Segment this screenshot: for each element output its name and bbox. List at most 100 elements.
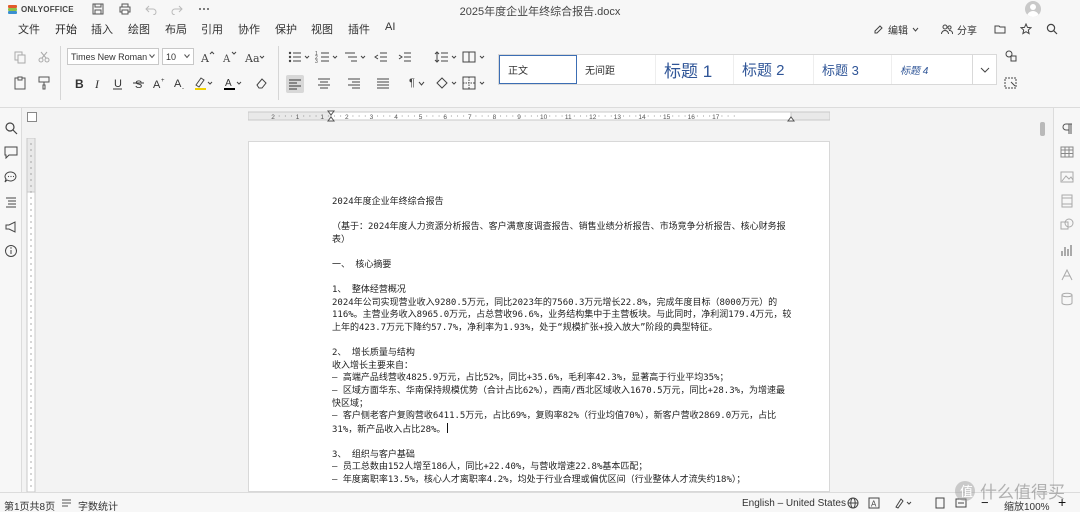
style-heading-4[interactable]: 标题 4 [892,55,972,84]
feedback-icon[interactable] [4,220,18,234]
column-settings-icon[interactable] [462,49,488,65]
favorite-star-icon[interactable] [1020,23,1032,35]
borders-icon[interactable] [462,75,488,91]
italic-button[interactable]: I [90,75,106,91]
header-footer-icon[interactable] [1060,194,1074,208]
menu-layout[interactable]: 布局 [164,21,188,39]
user-avatar[interactable] [1025,1,1041,17]
menu-collaborate[interactable]: 协作 [237,21,261,39]
menu-insert[interactable]: 插入 [90,21,114,39]
share-label: 分享 [957,26,977,37]
about-icon[interactable] [4,244,18,258]
select-all-icon[interactable] [1003,75,1019,91]
text-cursor [446,422,448,433]
align-center-button[interactable] [316,75,332,91]
shape-settings-icon[interactable] [1060,218,1074,232]
menu-bar: 文件 开始 插入 绘图 布局 引用 协作 保护 视图 插件 AI 编辑 分享 [0,19,1080,41]
menu-plugins[interactable]: 插件 [347,21,371,39]
line-spacing-icon[interactable] [434,49,460,65]
doc-list-item-text: – 客户侧老客户复购营收6411.5万元，占比69%，复购率82%（行业均值70… [332,411,777,435]
paragraph-settings-icon[interactable] [1060,122,1074,136]
decrease-font-icon[interactable]: A [221,49,237,65]
superscript-button[interactable]: A + [151,75,167,91]
bold-button[interactable]: B [71,75,87,91]
search-icon[interactable] [1046,23,1058,35]
doc-subsection-2-heading: 2、 增长质量与结构 [332,348,415,359]
search-icon[interactable] [4,121,18,135]
clear-format-icon[interactable] [254,75,270,91]
document-body[interactable]: 2024年度企业年终综合报告 （基于：2024年度人力资源分析报告、客户满意度调… [332,196,792,487]
copy-style-icon[interactable] [1003,48,1019,64]
copy-icon[interactable] [12,49,28,65]
menu-protect[interactable]: 保护 [274,21,298,39]
paste-icon[interactable] [12,75,28,91]
menu-file[interactable]: 文件 [17,21,41,39]
globe-icon[interactable] [847,497,859,509]
vertical-ruler[interactable] [26,138,36,492]
fit-page-icon[interactable] [934,497,946,509]
pencil-icon [874,25,883,34]
style-gallery: 正文 无间距 标题 1 标题 2 标题 3 标题 4 [498,54,973,85]
cut-icon[interactable] [36,49,52,65]
font-name-select[interactable]: Times New Roman [67,48,159,65]
subscript-button[interactable]: A- [172,75,188,91]
style-gallery-expand-button[interactable] [973,54,997,85]
numbering-icon[interactable]: 123 [315,49,341,65]
text-art-icon[interactable] [1060,268,1074,282]
ruler-tick-label: 9 [517,114,521,121]
table-settings-icon[interactable] [1060,145,1074,159]
watermark: 值 什么值得买 [954,478,1065,503]
open-folder-icon[interactable] [994,23,1006,35]
spell-check-icon[interactable]: A [868,497,880,509]
align-right-button[interactable] [346,75,362,91]
menu-references[interactable]: 引用 [200,21,224,39]
font-size-select[interactable]: 10 [162,48,194,65]
language-selector[interactable]: English – United States [742,498,846,509]
vertical-scrollbar-thumb[interactable] [1040,122,1045,136]
tab-stop-selector[interactable] [27,112,37,122]
ruler-tick-label: 11 [565,114,572,121]
strikethrough-button[interactable]: S [131,75,147,91]
decrease-indent-icon[interactable] [373,49,389,65]
svg-text:Aa: Aa [244,52,260,65]
font-color-button[interactable]: A [222,75,244,91]
increase-font-icon[interactable]: A [199,49,215,65]
menu-view[interactable]: 视图 [310,21,334,39]
justify-button[interactable] [375,75,391,91]
navigation-icon[interactable] [4,195,18,209]
style-no-spacing[interactable]: 无间距 [577,55,656,84]
word-count-button[interactable]: 字数统计 [78,498,118,512]
style-normal[interactable]: 正文 [499,55,577,84]
format-painter-icon[interactable] [36,75,52,91]
paragraph-mark-button[interactable]: ¶ [405,75,429,91]
user-icon [1027,4,1039,17]
menu-draw[interactable]: 绘图 [127,21,151,39]
mail-merge-icon[interactable] [1060,292,1074,306]
edit-mode-button[interactable]: 编辑 [873,22,919,37]
chat-icon[interactable] [4,170,18,184]
svg-text:A: A [200,52,210,65]
bullets-icon[interactable] [287,49,313,65]
style-heading-3[interactable]: 标题 3 [814,55,892,84]
comments-icon[interactable] [4,145,18,159]
svg-text:A: A [871,500,877,509]
page-counter[interactable]: 第1页共8页 [4,498,55,512]
document-page[interactable]: 2024年度企业年终综合报告 （基于：2024年度人力资源分析报告、客户满意度调… [248,141,830,492]
shading-icon[interactable] [434,75,460,91]
style-heading-1[interactable]: 标题 1 [656,55,734,84]
horizontal-ruler[interactable]: 2 1 1 2 3 4 5 6 7 8 9 10 11 12 13 14 15 16 17 [248,110,830,122]
highlight-color-button[interactable] [193,75,215,91]
align-left-button[interactable] [286,75,304,93]
image-settings-icon[interactable] [1060,170,1074,184]
increase-indent-icon[interactable] [397,49,413,65]
chart-settings-icon[interactable] [1060,243,1074,257]
toolbar: Times New Roman 10 A A Aa B I U S A + A- … [0,38,1080,108]
change-case-icon[interactable]: Aa [244,49,266,65]
menu-ai[interactable]: AI [384,21,396,35]
share-button[interactable]: 分享 [941,22,977,37]
multilevel-list-icon[interactable] [343,49,369,65]
track-changes-icon[interactable] [895,497,913,509]
style-heading-2[interactable]: 标题 2 [734,55,814,84]
svg-text:值: 值 [960,484,973,499]
underline-button[interactable]: U [110,75,126,91]
